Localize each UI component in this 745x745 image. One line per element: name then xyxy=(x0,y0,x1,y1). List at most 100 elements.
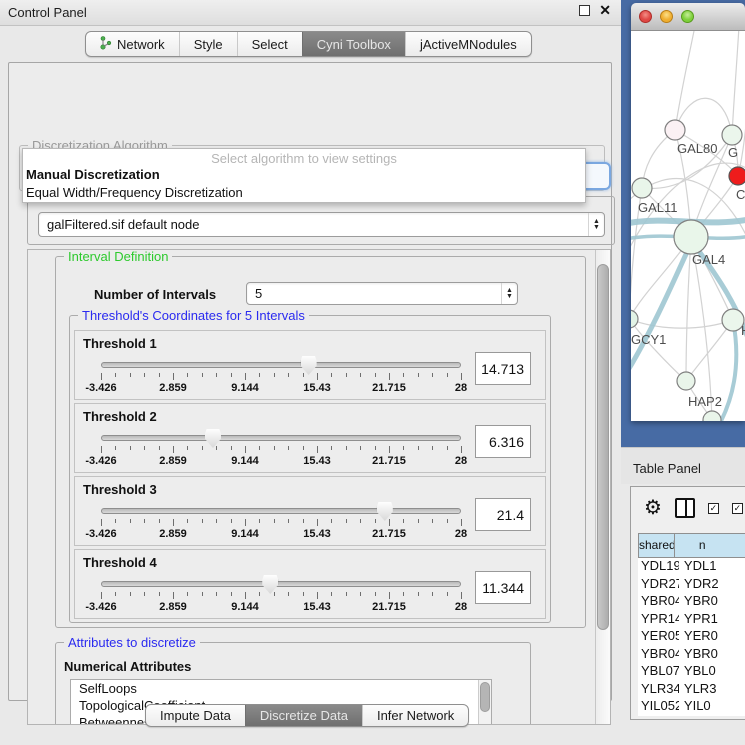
network-edge[interactable] xyxy=(732,31,739,135)
dropdown-option-manual[interactable]: Manual Discretization xyxy=(23,166,585,184)
tab-discretize-data[interactable]: Discretize Data xyxy=(245,705,362,726)
table-row[interactable]: YDR27...YDR2 xyxy=(638,576,745,594)
network-canvas[interactable]: GAL80GCGAL11GAL4GCY1HHAP2 xyxy=(631,31,745,421)
network-edge[interactable] xyxy=(686,237,691,381)
zoom-button[interactable] xyxy=(681,10,694,23)
network-edge-thick[interactable] xyxy=(631,243,691,375)
threshold-value-field[interactable]: 21.4 xyxy=(475,498,531,531)
slider-ticks xyxy=(101,446,461,454)
threshold-box-3: Threshold 3-3.4262.8599.14415.4321.71528… xyxy=(74,476,546,546)
threshold-value-field[interactable]: 14.713 xyxy=(475,352,531,385)
tab-style[interactable]: Style xyxy=(179,32,237,56)
slider-track[interactable] xyxy=(101,508,461,514)
dropdown-option-equal-width[interactable]: Equal Width/Frequency Discretization xyxy=(23,184,585,202)
settings-scrollpane: Interval Definition Number of Intervals … xyxy=(27,249,611,725)
network-node-hap2[interactable] xyxy=(677,372,695,390)
slider-ticks xyxy=(101,519,461,527)
table-data-groupbox: Table Data galFiltered.sif default node … xyxy=(27,196,615,245)
columns-icon[interactable] xyxy=(675,498,695,518)
network-edge[interactable] xyxy=(631,319,733,328)
tab-network[interactable]: Network xyxy=(86,32,179,56)
column-header-name[interactable]: n xyxy=(675,533,745,558)
close-button[interactable] xyxy=(639,10,652,23)
interval-definition-label: Interval Definition xyxy=(64,249,172,264)
network-node[interactable] xyxy=(703,411,721,421)
threshold-slider: -3.4262.8599.14415.4321.71528 xyxy=(101,550,461,620)
table-row[interactable]: YBR043CYBR0 xyxy=(638,593,745,611)
table-data-select[interactable]: galFiltered.sif default node ▲▼ xyxy=(38,212,605,237)
table-data-select-value: galFiltered.sif default node xyxy=(39,217,588,232)
network-icon xyxy=(100,36,112,53)
cell-shared-name: YDL19... xyxy=(638,558,679,576)
minimize-button[interactable] xyxy=(660,10,673,23)
number-of-intervals-select[interactable]: 5 ▲▼ xyxy=(246,282,518,305)
node-label: GAL80 xyxy=(677,141,717,156)
table-row[interactable]: YER054CYER0 xyxy=(638,628,745,646)
cell-shared-name: YBL079W xyxy=(638,663,679,681)
network-node-g[interactable] xyxy=(722,125,742,145)
tab-label: Network xyxy=(117,37,165,52)
cyni-toolbox-content: Discretization Algorithm Select algorith… xyxy=(8,62,612,701)
cell-shared-name: YBR043C xyxy=(638,593,679,611)
table-row[interactable]: YDL19...YDL1 xyxy=(638,558,745,576)
network-edge[interactable] xyxy=(675,31,695,130)
checkbox-icon[interactable]: ✓ xyxy=(708,503,719,514)
list-item[interactable]: SelfLoops xyxy=(71,680,491,697)
cell-name: YBR0 xyxy=(679,593,745,611)
thresholds-group-label: Threshold's Coordinates for 5 Intervals xyxy=(78,308,309,323)
gear-icon[interactable]: ⚙ xyxy=(644,498,662,518)
checkbox-icon[interactable]: ✓ xyxy=(732,503,743,514)
slider-track[interactable] xyxy=(101,362,461,368)
network-node-c[interactable] xyxy=(729,167,745,185)
stepper-icon: ▲▼ xyxy=(501,283,517,304)
slider-ticks xyxy=(101,592,461,600)
node-label: C xyxy=(736,187,745,202)
table-row[interactable]: YBR045CYBR0 xyxy=(638,646,745,664)
cell-name: YLR3 xyxy=(679,681,745,699)
dropdown-placeholder: Select algorithm to view settings xyxy=(23,149,585,166)
table-row[interactable]: YLR345WYLR3 xyxy=(638,681,745,699)
cell-name: YDL1 xyxy=(679,558,745,576)
table-row[interactable]: YBL079WYBL0 xyxy=(638,663,745,681)
slider-track[interactable] xyxy=(101,581,461,587)
network-node-gcy1[interactable] xyxy=(631,310,638,328)
threshold-value-field[interactable]: 11.344 xyxy=(475,571,531,604)
cell-shared-name: YIL052C xyxy=(638,698,679,716)
cell-shared-name: YBR045C xyxy=(638,646,679,664)
threshold-box-1: Threshold 1-3.4262.8599.14415.4321.71528… xyxy=(74,330,546,400)
cell-name: YDR2 xyxy=(679,576,745,594)
threshold-box-2: Threshold 2-3.4262.8599.14415.4321.71528… xyxy=(74,403,546,473)
tab-jactivemnodules[interactable]: jActiveMNodules xyxy=(405,32,531,56)
network-node-gal4[interactable] xyxy=(674,220,708,254)
tab-infer-network[interactable]: Infer Network xyxy=(362,705,468,726)
tab-cyni-toolbox[interactable]: Cyni Toolbox xyxy=(302,32,405,56)
cyni-bottom-tabs: Impute DataDiscretize DataInfer Network xyxy=(145,704,469,727)
float-window-icon[interactable] xyxy=(579,5,590,16)
network-node-gal11[interactable] xyxy=(632,178,652,198)
slider-track[interactable] xyxy=(101,435,461,441)
attributes-group-label: Attributes to discretize xyxy=(64,635,200,650)
threshold-value-field[interactable]: 6.316 xyxy=(475,425,531,458)
tab-impute-data[interactable]: Impute Data xyxy=(146,705,245,726)
close-panel-icon[interactable]: ✕ xyxy=(599,5,611,16)
cell-shared-name: YDR27... xyxy=(638,576,679,594)
slider-tick-labels: -3.4262.8599.14415.4321.71528 xyxy=(101,601,461,613)
cell-name: YPR1 xyxy=(679,611,745,629)
slider-tick-labels: -3.4262.8599.14415.4321.71528 xyxy=(101,455,461,467)
table-row[interactable]: YIL052CYIL0 xyxy=(638,698,745,716)
network-node-gal80[interactable] xyxy=(665,120,685,140)
stepper-icon: ▲▼ xyxy=(588,213,604,236)
attributes-scrollbar[interactable] xyxy=(478,680,491,725)
column-header-shared-name[interactable]: shared... xyxy=(638,533,675,558)
cell-shared-name: YPR145W xyxy=(638,611,679,629)
thresholds-groupbox: Threshold's Coordinates for 5 Intervals … xyxy=(69,315,551,623)
network-window-titlebar xyxy=(631,3,745,31)
threshold-slider: -3.4262.8599.14415.4321.71528 xyxy=(101,331,461,401)
settings-vertical-scrollbar[interactable] xyxy=(595,250,610,724)
scrollbar-thumb[interactable] xyxy=(597,264,609,630)
table-header-row: shared... n xyxy=(638,533,745,558)
numerical-attributes-label: Numerical Attributes xyxy=(64,659,191,674)
tab-select[interactable]: Select xyxy=(237,32,302,56)
threshold-slider: -3.4262.8599.14415.4321.71528 xyxy=(101,404,461,474)
table-row[interactable]: YPR145WYPR1 xyxy=(638,611,745,629)
